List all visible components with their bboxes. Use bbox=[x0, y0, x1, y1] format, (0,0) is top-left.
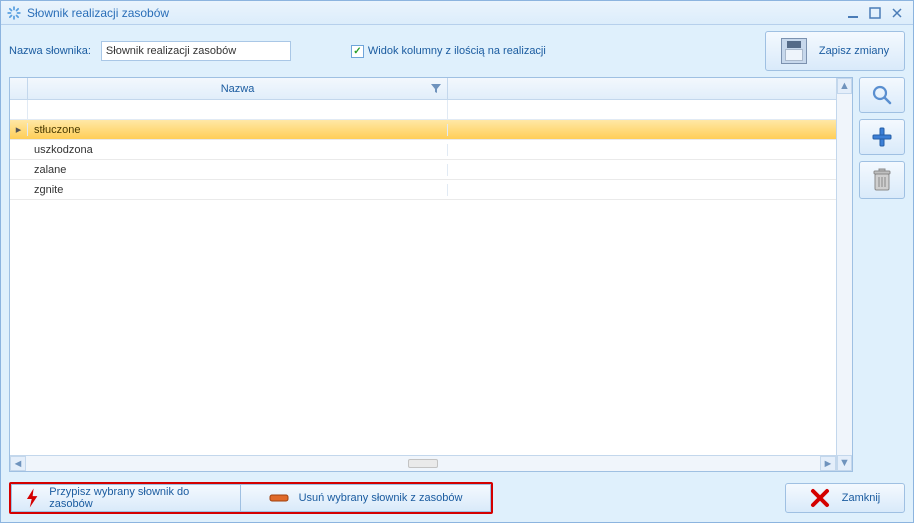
grid-body: ▸stłuczone uszkodzona zalane zgnite bbox=[10, 120, 836, 200]
close-window-button[interactable] bbox=[887, 5, 907, 21]
grid-header: Nazwa bbox=[10, 78, 836, 100]
header-toolbar: Nazwa słownika: ✓ Widok kolumny z ilości… bbox=[1, 25, 913, 77]
vertical-scrollbar[interactable]: ▲ ▼ bbox=[836, 78, 852, 471]
table-row[interactable]: zgnite bbox=[10, 180, 836, 200]
remove-button-label: Usuń wybrany słownik z zasobów bbox=[299, 492, 463, 504]
row-marker: ▸ bbox=[10, 123, 28, 136]
add-button[interactable] bbox=[859, 119, 905, 155]
search-icon bbox=[870, 83, 894, 107]
table-row[interactable]: ▸stłuczone bbox=[10, 120, 836, 140]
maximize-button[interactable] bbox=[865, 5, 885, 21]
minus-icon bbox=[269, 493, 289, 503]
horizontal-scrollbar[interactable]: ◄ ► bbox=[10, 455, 836, 471]
minimize-button[interactable] bbox=[843, 5, 863, 21]
scroll-up-arrow[interactable]: ▲ bbox=[837, 78, 852, 94]
row-name-cell: uszkodzona bbox=[28, 144, 448, 156]
scroll-down-arrow[interactable]: ▼ bbox=[837, 455, 852, 471]
grid-filter-row[interactable] bbox=[10, 100, 836, 120]
app-icon bbox=[7, 6, 21, 20]
search-button[interactable] bbox=[859, 77, 905, 113]
table-row[interactable]: uszkodzona bbox=[10, 140, 836, 160]
save-button[interactable]: Zapisz zmiany bbox=[765, 31, 905, 71]
row-name-cell: stłuczone bbox=[28, 124, 448, 136]
remove-dictionary-button[interactable]: Usuń wybrany słownik z zasobów bbox=[241, 484, 491, 512]
plus-icon bbox=[870, 125, 894, 149]
content-area: Nazwa ▸stłuczone uszkodzona zalane zgnite bbox=[1, 77, 913, 476]
window-root: Słownik realizacji zasobów Nazwa słownik… bbox=[0, 0, 914, 523]
window-title: Słownik realizacji zasobów bbox=[27, 6, 169, 20]
titlebar: Słownik realizacji zasobów bbox=[1, 1, 913, 25]
grid-header-marker bbox=[10, 78, 28, 99]
grid-header-name-label: Nazwa bbox=[221, 83, 255, 95]
trash-icon bbox=[871, 167, 893, 193]
scroll-thumb[interactable] bbox=[408, 459, 438, 468]
lightning-icon bbox=[26, 488, 39, 508]
assign-dictionary-button[interactable]: Przypisz wybrany słownik do zasobów bbox=[11, 484, 241, 512]
check-icon: ✓ bbox=[351, 45, 364, 58]
scroll-left-arrow[interactable]: ◄ bbox=[10, 456, 26, 471]
footer-highlight-group: Przypisz wybrany słownik do zasobów Usuń… bbox=[9, 482, 493, 514]
dictionary-name-label: Nazwa słownika: bbox=[9, 45, 91, 57]
x-icon bbox=[810, 488, 830, 508]
qty-column-label: Widok kolumny z ilością na realizacji bbox=[368, 45, 546, 57]
close-button[interactable]: Zamknij bbox=[785, 483, 905, 513]
side-toolbar bbox=[859, 77, 905, 472]
save-icon bbox=[781, 38, 807, 64]
dictionary-name-input[interactable] bbox=[101, 41, 291, 61]
row-name-cell: zalane bbox=[28, 164, 448, 176]
grid-panel: Nazwa ▸stłuczone uszkodzona zalane zgnite bbox=[9, 77, 853, 472]
footer: Przypisz wybrany słownik do zasobów Usuń… bbox=[1, 476, 913, 522]
save-button-label: Zapisz zmiany bbox=[819, 45, 889, 57]
qty-column-checkbox[interactable]: ✓ Widok kolumny z ilością na realizacji bbox=[351, 45, 546, 58]
filter-icon[interactable] bbox=[431, 84, 441, 94]
close-button-label: Zamknij bbox=[842, 492, 881, 504]
delete-button[interactable] bbox=[859, 161, 905, 199]
assign-button-label: Przypisz wybrany słownik do zasobów bbox=[49, 486, 226, 510]
table-row[interactable]: zalane bbox=[10, 160, 836, 180]
row-name-cell: zgnite bbox=[28, 184, 448, 196]
scroll-right-arrow[interactable]: ► bbox=[820, 456, 836, 471]
grid-header-name[interactable]: Nazwa bbox=[28, 78, 448, 99]
